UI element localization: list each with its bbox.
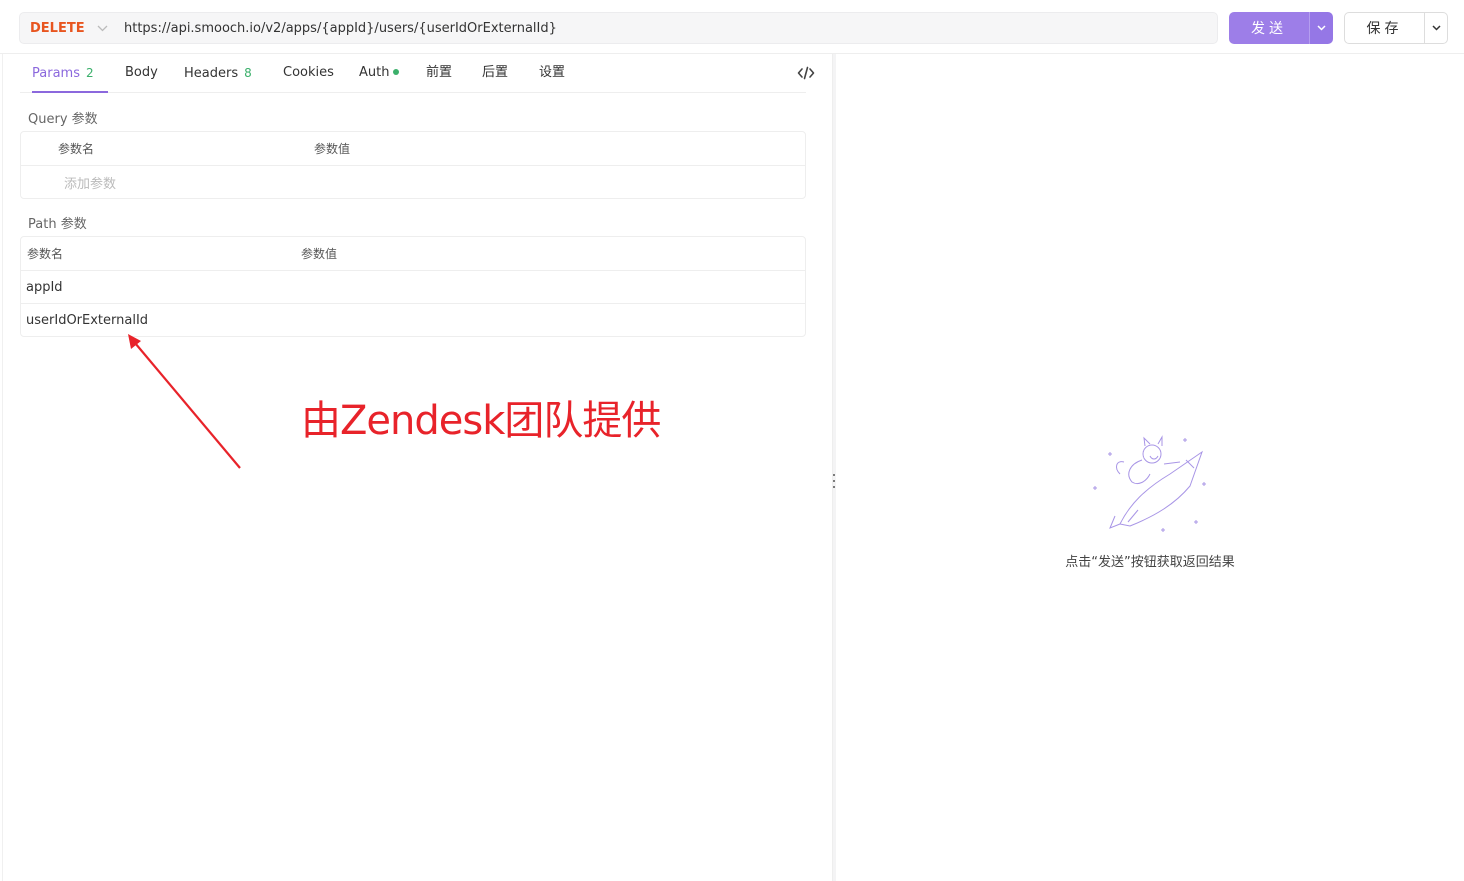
tab-body[interactable]: Body [125, 54, 158, 93]
annotation-text: 由Zendesk团队提供 [301, 398, 661, 444]
save-button[interactable]: 保存 [1344, 12, 1425, 44]
tab-count: 2 [85, 66, 94, 80]
table-header: 参数名 参数值 [21, 132, 805, 165]
column-header-name: 参数名 [58, 142, 95, 156]
param-name: appId [26, 279, 63, 295]
tab-auth[interactable]: Auth [359, 54, 400, 93]
column-header-value: 参数值 [314, 142, 351, 156]
empty-response-message: 点击“发送”按钮获取返回结果 [1065, 555, 1235, 570]
response-panel: 点击“发送”按钮获取返回结果 [836, 54, 1464, 881]
tab-label: Params [32, 66, 80, 81]
rocket-fox-illustration-icon [1093, 435, 1206, 532]
tab-label: 前置 [426, 65, 453, 80]
column-header-name: 参数名 [27, 247, 64, 261]
annotation-arrow-icon [128, 334, 241, 469]
send-options-button[interactable] [1309, 12, 1333, 44]
tab-label: 设置 [539, 65, 566, 80]
tab-cookies[interactable]: Cookies [283, 54, 334, 93]
code-icon[interactable] [797, 65, 815, 81]
request-tabs: Params 2 Body Headers 8 Cookies Auth 前置 后置… [20, 54, 815, 93]
add-param-input[interactable]: 添加参数 [64, 173, 116, 192]
tab-label: Headers [184, 66, 239, 81]
request-bar: DELETE https://api.smooch.io/v2/apps/{ap… [0, 0, 1464, 54]
tab-post-request[interactable]: 后置 [482, 54, 508, 93]
path-params-title: Path 参数 [28, 217, 87, 232]
tab-label: 后置 [482, 65, 509, 80]
send-button[interactable]: 发送 [1229, 12, 1309, 44]
query-params-title: Query 参数 [28, 112, 98, 127]
auth-status-dot [393, 69, 400, 75]
tab-headers[interactable]: Headers 8 [184, 54, 252, 93]
tab-count: 8 [244, 66, 252, 80]
method-select[interactable]: DELETE [20, 13, 112, 43]
query-params-table: 参数名 参数值 添加参数 [20, 131, 806, 199]
tab-pre-request[interactable]: 前置 [426, 54, 452, 93]
chevron-down-icon [1431, 25, 1441, 31]
method-label: DELETE [30, 20, 85, 36]
tab-label: Cookies [283, 65, 334, 80]
add-param-row[interactable]: 添加参数 [21, 165, 805, 198]
path-params-table: 参数名 参数值 appId userIdOrExternalId [20, 236, 806, 337]
table-header: 参数名 参数值 [21, 237, 805, 270]
tab-label: Body [125, 65, 158, 80]
tab-params[interactable]: Params 2 [32, 54, 108, 93]
save-options-button[interactable] [1424, 12, 1448, 44]
tab-label: Auth [359, 65, 390, 80]
tab-settings[interactable]: 设置 [539, 54, 565, 93]
url-input[interactable]: https://api.smooch.io/v2/apps/{appId}/us… [112, 21, 557, 36]
url-box: DELETE https://api.smooch.io/v2/apps/{ap… [19, 12, 1218, 44]
chevron-down-icon [1317, 25, 1326, 31]
table-row[interactable]: appId [21, 270, 805, 303]
chevron-down-icon [97, 22, 108, 35]
column-header-value: 参数值 [301, 247, 338, 261]
